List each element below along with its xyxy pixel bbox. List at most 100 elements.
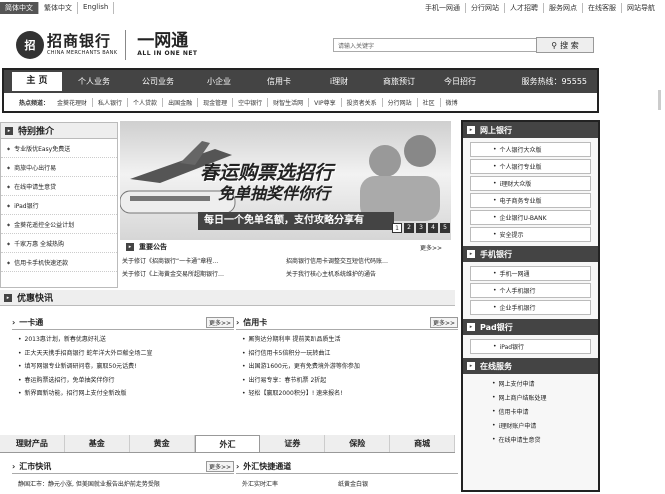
tab-wealth-products[interactable]: 理财产品 [0,435,65,452]
sidebar-item[interactable]: 企业手机银行 [470,300,591,315]
hot-item[interactable]: 空中银行 [232,97,267,107]
nav-home[interactable]: 主 页 [12,72,62,91]
arrow-icon: › [12,318,16,327]
sidebar-item[interactable]: 电子商务专业版 [470,193,591,208]
lang-english[interactable]: English [78,2,115,14]
lang-simplified[interactable]: 简体中文 [0,2,39,14]
sidebar-item[interactable]: 个人银行大众版 [470,142,591,157]
list-item[interactable]: 专业版优Easy免费送 [1,139,117,158]
banner-page-3[interactable]: 3 [416,223,426,233]
tab-mall[interactable]: 商城 [390,435,456,452]
sidebar-item[interactable]: i理财大众版 [470,176,591,191]
toplink-outlets[interactable]: 服务网点 [543,3,582,13]
sidebar-item[interactable]: 个人银行专业版 [470,159,591,174]
list-item[interactable]: 出国游1600元，更有免费境外游等你参加 [236,361,458,375]
list-item[interactable]: 商旅中心出行易 [1,158,117,177]
list-item[interactable]: 关于修订《招商银行“一卡通”章程… [122,256,286,265]
list-item[interactable]: 填写网银专业新调研问卷，赢取50元话费! [12,361,234,375]
list-item[interactable]: iPad银行 [1,196,117,215]
tab-funds[interactable]: 基金 [64,435,130,452]
pad-banking-title: Pad银行 [480,322,513,332]
list-item[interactable]: 关于我行核心主机系统维护的通告 [286,269,450,278]
toplink-service[interactable]: 在线客服 [582,3,621,13]
hot-item[interactable]: 财智生活网 [267,97,308,107]
toplink-jobs[interactable]: 人才招聘 [504,3,543,13]
nav-wealth[interactable]: i理财 [310,76,368,87]
list-item[interactable]: 金葵花遥控全公益计划 [1,215,117,234]
tab-forex[interactable]: 外汇 [194,435,261,452]
sidebar-item[interactable]: 手机一网通 [470,266,591,281]
online-banking-title: 网上银行 [480,125,512,135]
sidebar-item[interactable]: 在线申请生意贷 [470,432,591,446]
sidebar-item[interactable]: i理财账户申请 [470,418,591,432]
list-item[interactable]: 厮狗达分期利率 提前笑趴品质生活 [236,334,458,348]
list-item[interactable]: 春运购票选招行，免单抽奖伴你行 [12,375,234,389]
search-input[interactable]: 请输入关键字 [333,38,543,52]
list-item[interactable]: 千家万惠 全城热购 [1,234,117,253]
hot-item[interactable]: 分行网站 [381,97,417,107]
tab-insurance[interactable]: 保险 [325,435,391,452]
search-button[interactable]: ⚲ 搜 索 [536,37,594,53]
list-item[interactable]: 正大天天携手招商银行 蛇年洋大外巨献全场二宣 [12,348,234,362]
hot-item[interactable]: 个人贷款 [127,97,162,107]
list-item[interactable]: 新界面新功能，招行网上支付全新改版 [12,388,234,402]
notice-title: 重要公告 [139,243,167,251]
forex-more-button[interactable]: 更多>> [205,461,234,472]
tab-gold[interactable]: 黄金 [129,435,195,452]
sidebar-item[interactable]: iPad银行 [470,339,591,354]
promo-news-title: 优惠快讯 [17,294,54,304]
toplink-sitemap[interactable]: 网站导航 [621,3,660,13]
credit-card-column: › 信用卡 更多>> 厮狗达分期利率 提前笑趴品质生活 招行信用卡5倍积分一玩转… [236,316,458,434]
debit-more-button[interactable]: 更多>> [205,317,234,328]
square-icon: ▸ [467,126,475,134]
banner-page-4[interactable]: 4 [428,223,438,233]
sidebar-item[interactable]: 网上支付申请 [470,376,591,390]
logo-name-en: CHINA MERCHANTS BANK [47,50,118,56]
nav-credit-card[interactable]: 信用卡 [248,76,310,87]
square-icon: ▸ [4,293,12,302]
banner-page-1[interactable]: 1 [392,223,402,233]
logo-divider [125,30,127,60]
list-item[interactable]: 关于修订《上海黄金交易所超期银行… [122,269,286,278]
hot-item[interactable]: 微博 [439,97,463,107]
hot-item[interactable]: VIP尊享 [308,97,341,107]
toplink-mobile[interactable]: 手机一网通 [420,3,465,13]
list-item[interactable]: 信用卡手机快速还款 [1,253,117,272]
nav-travel[interactable]: 商旅预订 [368,76,430,87]
sidebar-item[interactable]: 网上商户结账处理 [470,390,591,404]
scrollbar[interactable] [658,90,661,110]
sidebar-item[interactable]: 企业银行U-BANK [470,210,591,225]
list-item[interactable]: 2013惠计划，新春优惠好礼送 [12,334,234,348]
banner-page-5[interactable]: 5 [440,223,450,233]
nav-today[interactable]: 今日招行 [430,76,490,87]
sidebar-item[interactable]: 安全提示 [470,227,591,242]
bank-logo[interactable]: 招 招商银行 CHINA MERCHANTS BANK 一网通 ALL IN O… [16,30,198,60]
hot-item[interactable]: 投资者关系 [340,97,382,107]
service-sidebar: ▸ 网上银行 个人银行大众版 个人银行专业版 i理财大众版 电子商务专业版 企业… [461,120,600,492]
notice-more-link[interactable]: 更多>> [420,243,442,252]
sidebar-item[interactable]: 个人手机银行 [470,283,591,298]
list-item[interactable]: 招行信用卡5倍积分一玩转曲江 [236,348,458,362]
hot-item[interactable]: 私人银行 [92,97,127,107]
nav-corporate[interactable]: 公司业务 [126,76,190,87]
sidebar-item[interactable]: 信用卡申请 [470,404,591,418]
hot-item[interactable]: 金葵花理财 [52,98,92,107]
nav-small-biz[interactable]: 小企业 [190,76,248,87]
service-hotline: 服务热线：95555 [521,77,587,86]
list-item[interactable]: 出行易专享：春节机票 2折起 [236,375,458,389]
credit-more-button[interactable]: 更多>> [429,317,458,328]
banner-page-2[interactable]: 2 [404,223,414,233]
lang-traditional[interactable]: 繁体中文 [39,2,78,14]
toplink-branch[interactable]: 分行网站 [465,3,504,13]
list-item[interactable]: 静国汇市：静元小涨, 但美国就业报告出炉前走势受限 [18,479,160,488]
hot-item[interactable]: 出国金融 [162,97,197,107]
nav-personal[interactable]: 个人业务 [62,76,126,87]
list-item[interactable]: 纸黄金白银 [338,479,368,488]
list-item[interactable]: 轻松【赢取2000积分】! 速来报名! [236,388,458,402]
list-item[interactable]: 外汇实时汇率 [242,479,278,488]
tab-securities[interactable]: 证券 [260,435,326,452]
hot-item[interactable]: 社区 [416,97,440,107]
hot-item[interactable]: 现金管理 [197,97,232,107]
list-item[interactable]: 招商银行信用卡调整交互短信代码账… [286,256,450,265]
list-item[interactable]: 在线申请生意贷 [1,177,117,196]
